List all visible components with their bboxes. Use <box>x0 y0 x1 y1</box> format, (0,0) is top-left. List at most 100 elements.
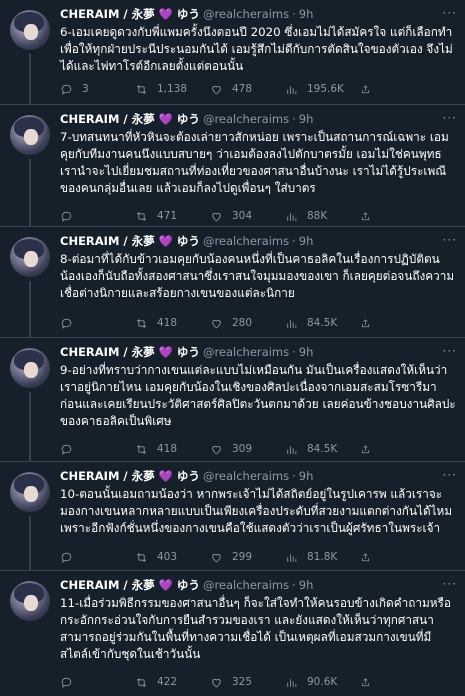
timestamp[interactable]: 9h <box>299 112 314 126</box>
reply-icon <box>61 552 72 563</box>
reply-button[interactable] <box>60 443 135 456</box>
views-icon <box>287 445 297 454</box>
views-button[interactable]: 195.6K <box>285 83 360 96</box>
timestamp[interactable]: 9h <box>299 578 314 592</box>
timestamp[interactable]: 9h <box>299 469 314 483</box>
views-button[interactable]: 88K <box>285 210 360 223</box>
thread-line <box>29 392 31 462</box>
retweet-icon <box>136 211 147 221</box>
like-button[interactable]: 309 <box>210 443 285 456</box>
reply-icon <box>61 84 72 95</box>
views-button[interactable]: 84.5K <box>285 317 360 330</box>
timeline: CHERAIM / 永夢 💜 ゆう @realcheraims · 9h ···… <box>0 0 465 696</box>
display-name[interactable]: CHERAIM / 永夢 💜 ゆう <box>60 6 200 22</box>
display-name[interactable]: CHERAIM / 永夢 💜 ゆう <box>60 344 200 360</box>
more-options-icon[interactable]: ··· <box>443 111 457 125</box>
share-icon <box>361 84 370 93</box>
share-icon <box>361 444 370 453</box>
tweet-text: 10-ตอนนั้นเอมถามน้องว่า หากพระเจ้าไม่ได้… <box>60 487 453 535</box>
like-button[interactable]: 280 <box>210 317 285 330</box>
thread-line <box>29 54 31 105</box>
user-handle[interactable]: @realcheraims <box>203 469 289 483</box>
tweet-text: 9-อย่างที่ทราบว่ากางเขนแต่ละแบบไม่เหมือน… <box>60 363 456 428</box>
avatar[interactable] <box>10 115 50 155</box>
share-button[interactable] <box>360 676 380 689</box>
tweet[interactable]: CHERAIM / 永夢 💜 ゆう @realcheraims · 9h ···… <box>0 338 465 462</box>
avatar[interactable] <box>10 348 50 388</box>
share-button[interactable] <box>360 210 380 223</box>
retweet-button[interactable]: 1,138 <box>135 83 210 96</box>
share-icon <box>361 211 370 220</box>
user-handle[interactable]: @realcheraims <box>203 7 289 21</box>
retweet-icon <box>136 552 147 562</box>
share-icon <box>361 552 370 561</box>
tweet[interactable]: CHERAIM / 永夢 💜 ゆう @realcheraims · 9h ···… <box>0 571 465 696</box>
reply-button[interactable] <box>60 317 135 330</box>
avatar[interactable] <box>10 581 50 621</box>
avatar[interactable] <box>10 237 50 277</box>
views-icon <box>287 85 297 94</box>
user-handle[interactable]: @realcheraims <box>203 345 289 359</box>
reply-button[interactable] <box>60 551 135 564</box>
more-options-icon[interactable]: ··· <box>443 577 457 591</box>
tweet[interactable]: CHERAIM / 永夢 💜 ゆう @realcheraims · 9h ···… <box>0 105 465 227</box>
tweet-text: 8-ต่อมาที่ได้กับข้าวเอมคุยกับน้องคนหนึ่ง… <box>60 252 455 300</box>
views-button[interactable]: 81.8K <box>285 551 360 564</box>
reply-button[interactable] <box>60 676 135 689</box>
heart-icon <box>212 553 221 562</box>
display-name[interactable]: CHERAIM / 永夢 💜 ゆう <box>60 468 200 484</box>
retweet-icon <box>136 444 147 454</box>
display-name[interactable]: CHERAIM / 永夢 💜 ゆう <box>60 233 200 249</box>
retweet-button[interactable]: 422 <box>135 676 210 689</box>
user-handle[interactable]: @realcheraims <box>203 112 289 126</box>
like-button[interactable]: 325 <box>210 676 285 689</box>
display-name[interactable]: CHERAIM / 永夢 💜 ゆう <box>60 577 200 593</box>
retweet-button[interactable]: 471 <box>135 210 210 223</box>
more-options-icon[interactable]: ··· <box>443 6 457 20</box>
like-button[interactable]: 299 <box>210 551 285 564</box>
timestamp[interactable]: 9h <box>299 345 314 359</box>
user-handle[interactable]: @realcheraims <box>203 234 289 248</box>
views-button[interactable]: 84.5K <box>285 443 360 456</box>
retweet-button[interactable]: 403 <box>135 551 210 564</box>
share-button[interactable] <box>360 83 380 96</box>
tweet-text: 6-เอมเคยดูดวงกับพี่แพมครั้งนึงตอนปี 2020… <box>60 25 453 73</box>
share-icon <box>361 318 370 327</box>
thread-line <box>29 159 31 227</box>
tweet[interactable]: CHERAIM / 永夢 💜 ゆう @realcheraims · 9h ···… <box>0 227 465 338</box>
avatar[interactable] <box>10 472 50 512</box>
tweet[interactable]: CHERAIM / 永夢 💜 ゆう @realcheraims · 9h ···… <box>0 462 465 571</box>
retweet-button[interactable]: 418 <box>135 317 210 330</box>
heart-icon <box>212 212 221 221</box>
reply-icon <box>61 677 72 688</box>
views-icon <box>287 678 297 687</box>
like-button[interactable]: 304 <box>210 210 285 223</box>
retweet-icon <box>136 318 147 328</box>
reply-button[interactable]: 3 <box>60 83 135 96</box>
retweet-icon <box>136 677 147 687</box>
display-name[interactable]: CHERAIM / 永夢 💜 ゆう <box>60 111 200 127</box>
tweet-text: 7-บทสนทนาที่หัวหินจะต้องเล่ายาวสักหน่อย … <box>60 130 449 195</box>
more-options-icon[interactable]: ··· <box>443 468 457 482</box>
thread-line <box>29 281 31 338</box>
retweet-icon <box>136 84 147 94</box>
reply-icon <box>61 318 72 329</box>
views-icon <box>287 212 297 221</box>
heart-icon <box>212 319 221 328</box>
tweet[interactable]: CHERAIM / 永夢 💜 ゆう @realcheraims · 9h ···… <box>0 0 465 105</box>
timestamp[interactable]: 9h <box>299 7 314 21</box>
share-button[interactable] <box>360 443 380 456</box>
reply-icon <box>61 444 72 455</box>
views-button[interactable]: 90.6K <box>285 676 360 689</box>
avatar[interactable] <box>10 10 50 50</box>
reply-button[interactable] <box>60 210 135 223</box>
share-button[interactable] <box>360 551 380 564</box>
user-handle[interactable]: @realcheraims <box>203 578 289 592</box>
like-button[interactable]: 478 <box>210 83 285 96</box>
reply-icon <box>61 211 72 222</box>
more-options-icon[interactable]: ··· <box>443 344 457 358</box>
more-options-icon[interactable]: ··· <box>443 233 457 247</box>
retweet-button[interactable]: 418 <box>135 443 210 456</box>
timestamp[interactable]: 9h <box>299 234 314 248</box>
share-button[interactable] <box>360 317 380 330</box>
